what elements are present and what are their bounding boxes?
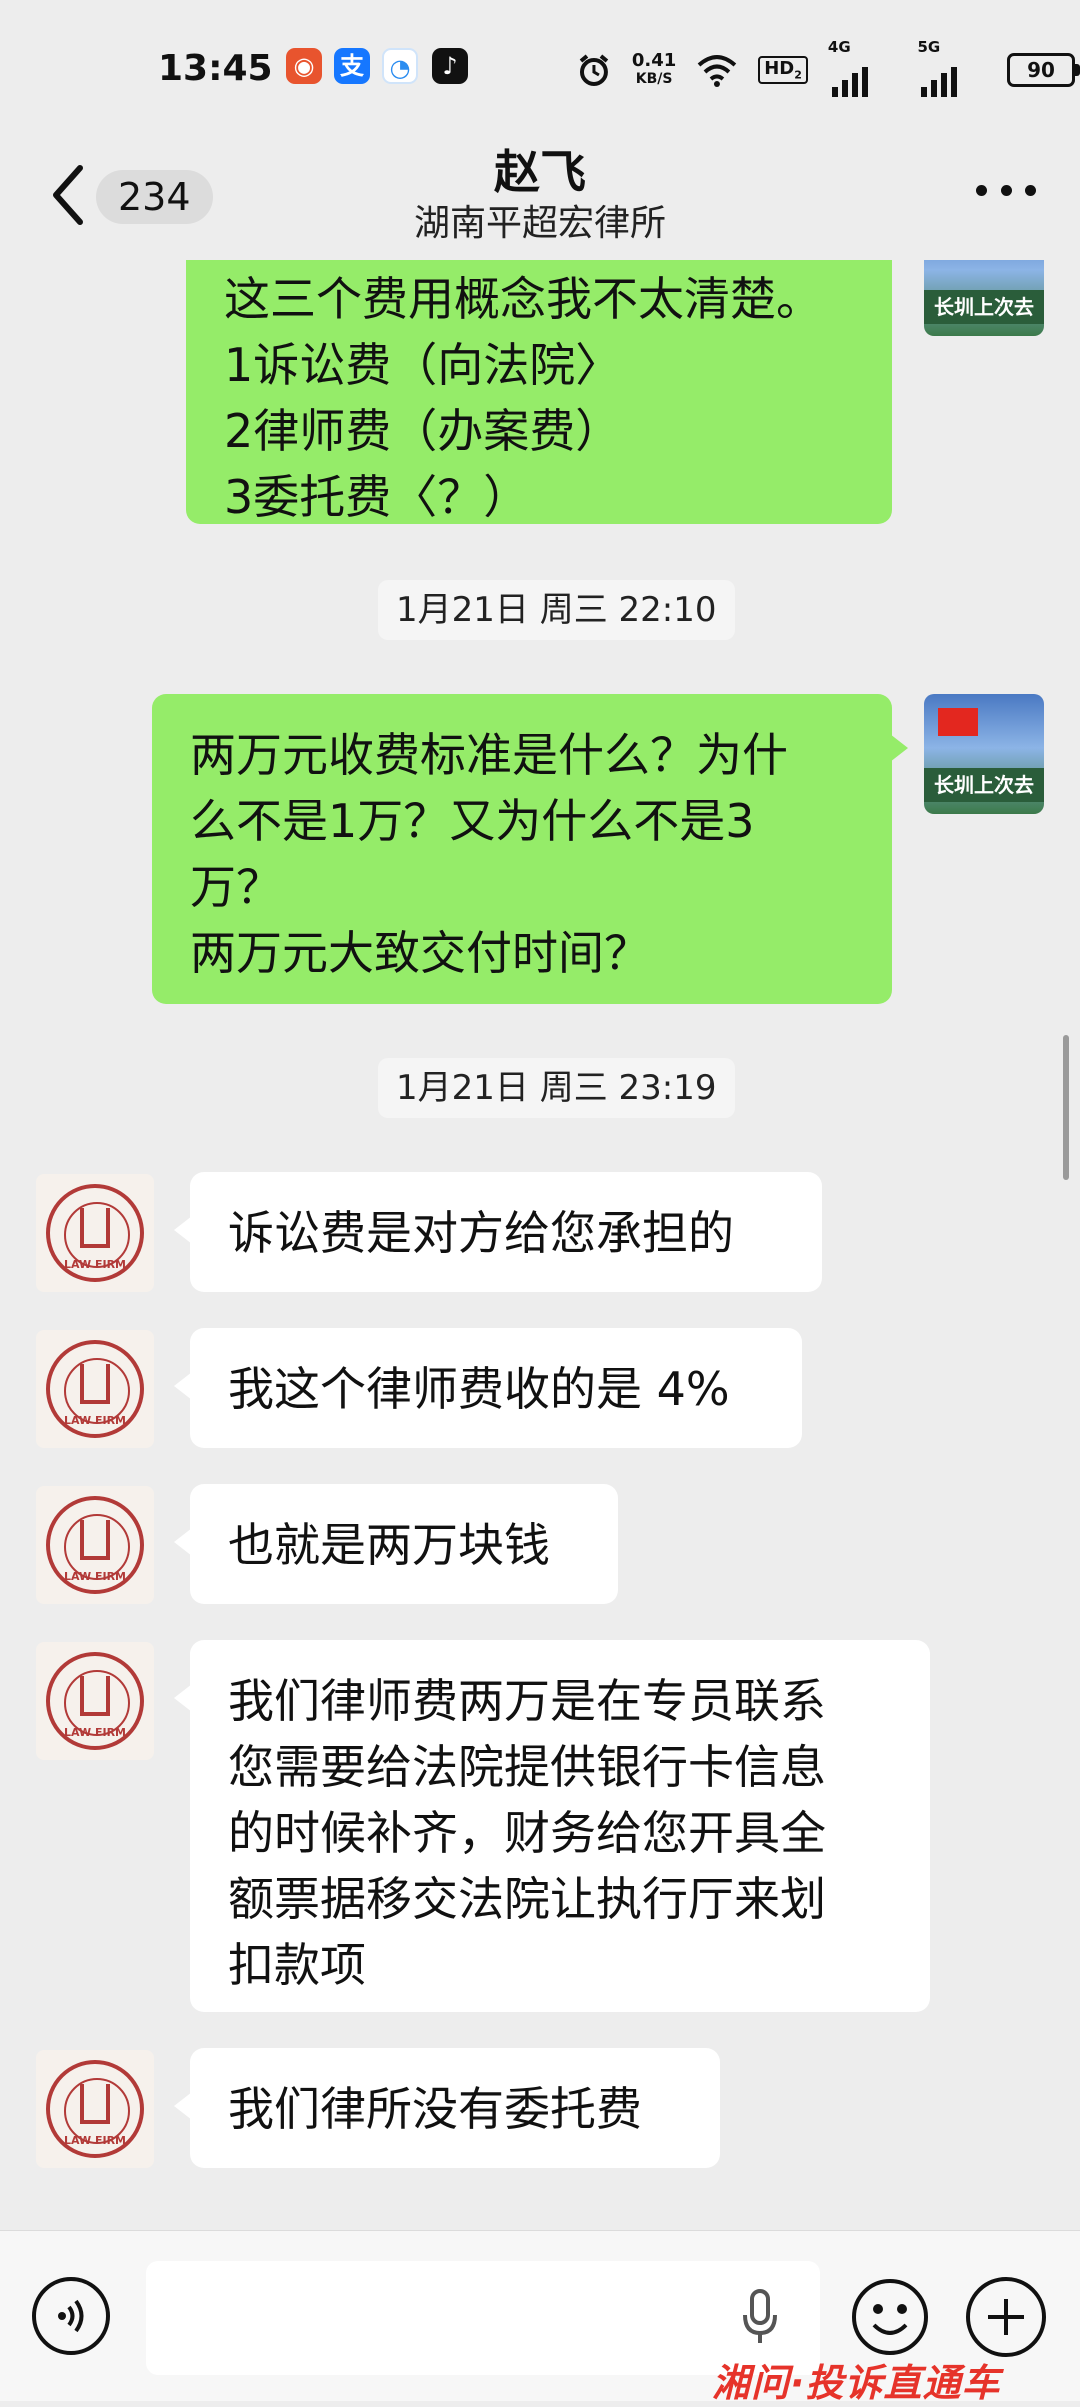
alipay-icon: 支 <box>334 48 370 84</box>
watermark-part1: 湘问 <box>712 2361 791 2405</box>
my-avatar[interactable]: 长圳上次去 <box>924 694 1044 814</box>
message-bubble-outgoing[interactable]: 这三个费用概念我不太清楚。 1诉讼费（向法院〉 2律师费（办案费） 3委托费〈？… <box>186 260 892 524</box>
network-speed: 0.41 KB/S <box>632 52 676 88</box>
signal-bars-icon <box>831 67 868 97</box>
net-speed-value: 0.41 <box>631 50 677 71</box>
contact-name: 赵飞 <box>494 145 586 199</box>
avatar-firm-text: LAW FIRM <box>63 1570 126 1583</box>
scrollbar-thumb[interactable] <box>1063 1035 1069 1180</box>
weibo-icon: ◉ <box>286 48 322 84</box>
browser-icon: ◔ <box>382 48 418 84</box>
battery-icon: 90 <box>1006 53 1080 87</box>
lawfirm-avatar[interactable]: LAW FIRM <box>36 1174 154 1292</box>
signal-4g: 4G <box>828 38 898 97</box>
avatar-firm-text: LAW FIRM <box>63 1414 126 1427</box>
douyin-icon: ♪ <box>432 48 468 84</box>
chat-header: 234 赵飞 湖南平超宏律所 <box>0 136 1080 260</box>
hd-indicator: HD2 <box>758 56 808 84</box>
message-bubble-incoming[interactable]: 我们律师费两万是在专员联系 您需要给法院提供银行卡信息 的时候补齐，财务给您开具… <box>174 1640 930 2012</box>
battery-level: 90 <box>1006 53 1075 87</box>
message-bubble-incoming[interactable]: 我这个律师费收的是 4% <box>174 1328 802 1448</box>
message-bubble-incoming[interactable]: 也就是两万块钱 <box>174 1484 618 1604</box>
status-bar: 13:45 ◉ 支 ◔ ♪ 0.41 KB/S HD2 4G 5G 90 <box>0 0 1080 136</box>
message-bubble-incoming[interactable]: 诉讼费是对方给您承担的 <box>174 1172 822 1292</box>
lawfirm-avatar[interactable]: LAW FIRM <box>36 1486 154 1604</box>
lawfirm-avatar[interactable]: LAW FIRM <box>36 1330 154 1448</box>
sig1-label: 4G <box>827 38 851 56</box>
timestamp-chip: 1月21日 周三 23:19 <box>378 1058 735 1118</box>
message-list[interactable]: 这三个费用概念我不太清楚。 1诉讼费（向法院〉 2律师费（办案费） 3委托费〈？… <box>0 260 1080 2230</box>
emoji-icon[interactable] <box>850 2277 930 2357</box>
contact-company: 湖南平超宏律所 <box>413 203 666 244</box>
voice-mode-icon <box>58 2299 84 2333</box>
hd-label: HD <box>764 58 795 80</box>
plus-icon[interactable] <box>966 2277 1046 2357</box>
avatar-firm-text: LAW FIRM <box>63 2134 126 2147</box>
more-options-button[interactable] <box>976 180 1036 200</box>
avatar-caption: 长圳上次去 <box>924 768 1044 802</box>
net-speed-unit: KB/S <box>635 71 673 87</box>
status-indicators: 0.41 KB/S HD2 4G 5G 90 <box>576 38 1080 97</box>
lawfirm-avatar[interactable]: LAW FIRM <box>36 1642 154 1760</box>
avatar-caption: 长圳上次去 <box>924 290 1044 324</box>
hd-sub: 2 <box>794 68 802 82</box>
lawfirm-avatar[interactable]: LAW FIRM <box>36 2050 154 2168</box>
avatar-firm-text: LAW FIRM <box>63 1726 126 1739</box>
message-bubble-incoming[interactable]: 我们律所没有委托费 <box>174 2048 720 2168</box>
watermark-logo: 湘问·投诉直通车 <box>712 2352 1000 2407</box>
sig2-label: 5G <box>917 38 941 56</box>
alarm-icon <box>579 54 609 86</box>
more-dots-icon <box>976 184 987 196</box>
signal-bars-icon <box>921 67 958 97</box>
timestamp-chip: 1月21日 周三 22:10 <box>378 580 735 640</box>
my-avatar[interactable]: 长圳上次去 <box>924 260 1044 336</box>
voice-mode-button[interactable] <box>32 2277 110 2355</box>
watermark-part2: 投诉直通车 <box>805 2361 1001 2405</box>
microphone-icon[interactable] <box>740 2287 780 2347</box>
avatar-firm-text: LAW FIRM <box>63 1258 126 1271</box>
watermark-separator: · <box>790 2361 806 2405</box>
message-bubble-outgoing[interactable]: 两万元收费标准是什么？为什 么不是1万？又为什么不是3 万？ 两万元大致交付时间… <box>152 694 908 1004</box>
signal-5g: 5G <box>917 38 987 97</box>
wifi-icon <box>697 55 737 87</box>
status-time: 13:45 <box>158 48 273 89</box>
